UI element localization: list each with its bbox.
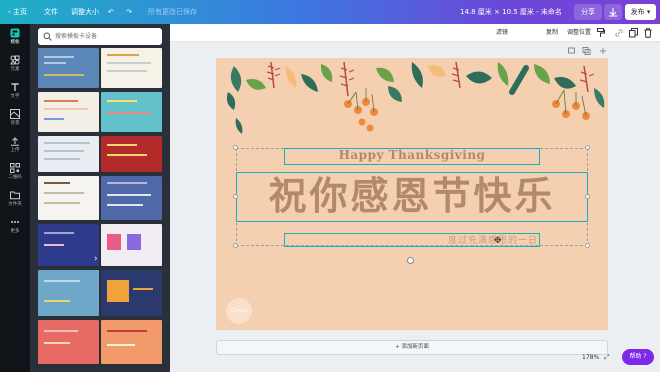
paint-roller-icon: [597, 28, 605, 37]
delete-button[interactable]: [644, 24, 652, 42]
rail-item-elements[interactable]: 元素: [0, 55, 30, 77]
template-thumbnail[interactable]: [101, 320, 162, 364]
home-link[interactable]: ‹ 主页: [8, 0, 27, 24]
position-button[interactable]: 调整位置: [567, 24, 591, 42]
rail-item-folder[interactable]: 文件夹: [0, 190, 30, 212]
publish-label: 发布: [630, 8, 645, 16]
chevron-left-icon: ‹: [8, 8, 11, 16]
document-dimensions[interactable]: 14.8 厘米 × 10.5 厘米 - 未命名: [460, 0, 562, 24]
resize-handle[interactable]: [233, 243, 238, 248]
rail-item-upload[interactable]: 上传: [0, 136, 30, 158]
background-icon: [10, 109, 20, 119]
home-label: 主页: [13, 8, 28, 16]
template-thumbnail[interactable]: [38, 48, 99, 88]
trash-icon: [644, 28, 652, 38]
redo-icon: ↷: [126, 8, 132, 16]
heading-english[interactable]: Happy Thanksgiving: [284, 148, 540, 166]
copy-element-button[interactable]: [629, 24, 638, 42]
save-status: 所有更改已保存: [148, 8, 197, 16]
rail-label: 上传: [10, 148, 20, 153]
template-thumbnail[interactable]: [38, 320, 99, 364]
template-thumbnail[interactable]: [101, 136, 162, 172]
rail-label: 文字: [10, 94, 20, 99]
top-bar: ‹ 主页 文件 调整大小 ↶ ↷ 所有更改已保存 14.8 厘米 × 10.5 …: [0, 0, 660, 24]
paint-format-button[interactable]: [597, 24, 605, 42]
left-rail: 模板 元素 文字 背景 上传 二维码 文件夹 更多: [0, 24, 30, 372]
heading-chinese[interactable]: 祝你感恩节快乐: [236, 170, 588, 222]
search-icon: [43, 32, 52, 41]
rail-item-text[interactable]: 文字: [0, 82, 30, 104]
duplicate-icon: [629, 28, 638, 38]
template-icon: [10, 28, 20, 38]
autumn-leaves-decoration: [226, 61, 605, 134]
template-thumbnail[interactable]: [101, 270, 162, 316]
rail-label: 二维码: [8, 175, 22, 180]
rail-item-more[interactable]: 更多: [0, 217, 30, 239]
template-thumbnail[interactable]: [38, 136, 99, 172]
template-thumbnail[interactable]: [101, 48, 162, 88]
qrcode-icon: [10, 163, 20, 173]
download-button[interactable]: [604, 4, 622, 20]
rail-label: 元素: [10, 67, 20, 72]
text-icon: [11, 83, 19, 91]
file-menu[interactable]: 文件: [44, 0, 58, 24]
folder-icon: [10, 191, 20, 200]
more-icon: [11, 221, 19, 223]
resize-handle[interactable]: [233, 145, 238, 150]
template-thumbnail[interactable]: [101, 224, 162, 266]
canva-logo: Canva: [226, 298, 252, 324]
share-button[interactable]: 分享: [574, 4, 602, 20]
help-button[interactable]: 帮助 ?: [622, 349, 654, 365]
resize-menu[interactable]: 调整大小: [71, 0, 99, 24]
redo-button[interactable]: ↷: [126, 0, 132, 24]
context-toolbar: 滤镜 复制 调整位置: [170, 24, 660, 42]
zoom-level[interactable]: 178%: [582, 354, 599, 361]
download-icon: [609, 8, 617, 17]
rail-item-templates[interactable]: 模板: [0, 28, 30, 50]
rail-item-background[interactable]: 背景: [0, 109, 30, 131]
move-cursor-icon: ✥: [494, 236, 502, 246]
link-button[interactable]: [614, 24, 624, 42]
effects-button[interactable]: 滤镜: [496, 24, 508, 42]
rotate-handle[interactable]: [407, 257, 414, 264]
search-input[interactable]: [55, 31, 155, 42]
subtitle-text[interactable]: 度过充满感恩的一日: [300, 233, 540, 247]
publish-button[interactable]: 发布 ▾: [625, 4, 656, 20]
upload-icon: [11, 137, 19, 146]
rail-label: 背景: [10, 121, 20, 126]
template-thumbnail[interactable]: [38, 92, 99, 132]
template-thumbnail[interactable]: [38, 270, 99, 316]
rail-label: 文件夹: [8, 202, 22, 207]
rail-label: 模板: [10, 40, 20, 45]
template-search[interactable]: [38, 28, 162, 45]
page-tools-icons: [568, 47, 606, 55]
template-thumbnail[interactable]: [101, 176, 162, 220]
resize-handle[interactable]: [585, 243, 590, 248]
template-thumbnail[interactable]: [38, 176, 99, 220]
rail-label: 更多: [10, 229, 20, 234]
copy-button[interactable]: 复制: [546, 24, 558, 42]
template-panel: ›: [30, 24, 170, 372]
template-thumbnail[interactable]: [101, 92, 162, 132]
page-tools: [568, 47, 608, 55]
template-thumbnail[interactable]: [38, 224, 99, 266]
undo-icon: ↶: [108, 8, 114, 16]
fullscreen-icon[interactable]: ⤢: [604, 353, 610, 362]
elements-icon: [10, 55, 20, 65]
chevron-right-icon[interactable]: ›: [94, 254, 98, 264]
rail-item-qrcode[interactable]: 二维码: [0, 163, 30, 185]
undo-button[interactable]: ↶: [108, 0, 114, 24]
link-icon: [615, 29, 623, 37]
chevron-down-icon: ▾: [646, 8, 651, 16]
resize-handle[interactable]: [585, 145, 590, 150]
add-page-button[interactable]: + 添加新页面: [216, 340, 608, 355]
